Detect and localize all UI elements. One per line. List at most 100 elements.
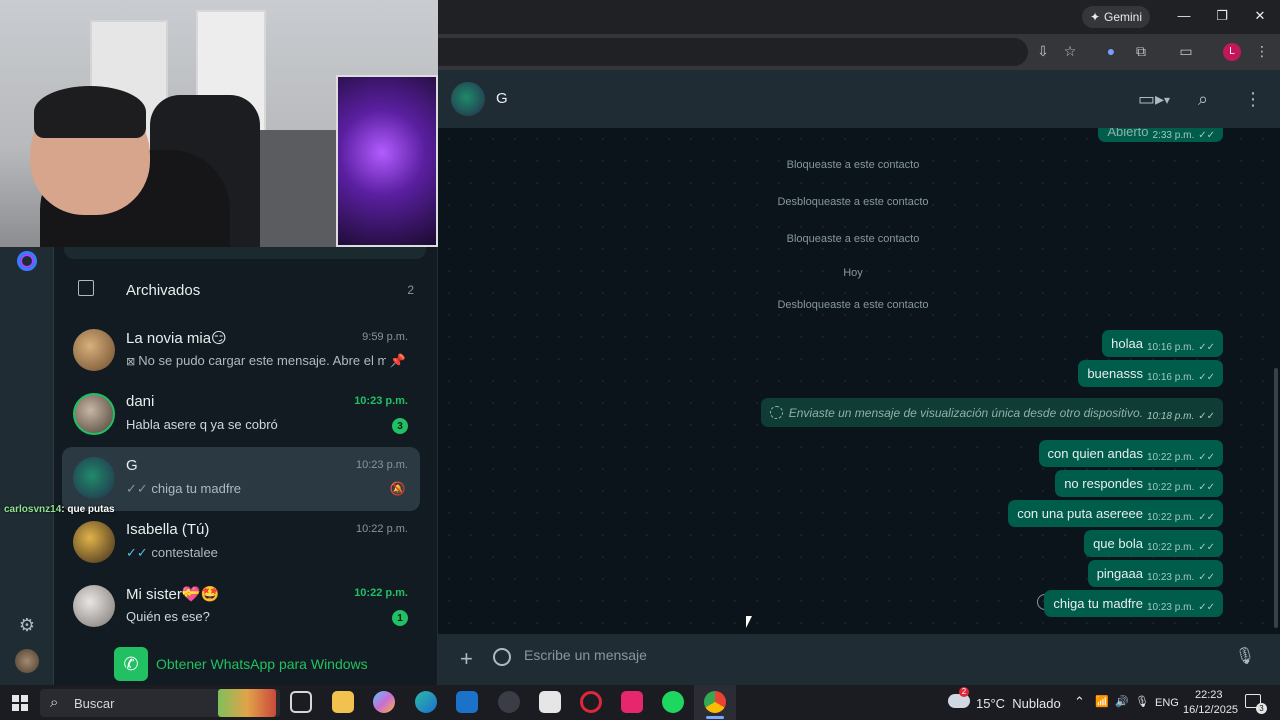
gemini-label: Gemini [1104,10,1143,24]
chevron-up-icon[interactable]: ⌃ [1074,694,1085,710]
chevron-down-icon[interactable]: ▾ [1164,93,1170,107]
close-button[interactable]: ✕ [1250,8,1270,26]
extensions-puzzle-icon[interactable]: ⧉ [1132,43,1150,61]
chat-name: dani [126,393,155,410]
language-indicator[interactable]: ENG [1155,697,1179,709]
message-bubble[interactable]: holaa 10:16 p.m. ✓✓ [1102,330,1223,357]
bookmark-star-icon[interactable]: ☆ [1061,43,1079,61]
contact-name[interactable]: G [496,90,508,107]
chat-time: 9:59 p.m. [362,331,408,343]
extension-icon[interactable]: ● [1102,43,1120,61]
settings-icon[interactable]: ⚙ [15,613,39,637]
webcam-person-cap [34,86,146,138]
spotify-icon[interactable] [662,691,684,713]
message-text: con quien andas [1047,446,1143,461]
weather-text[interactable]: 15°C Nublado [976,696,1061,711]
clock-time[interactable]: 22:23 [1195,689,1223,701]
outlook-icon[interactable] [456,691,478,713]
opera-icon[interactable] [580,691,602,713]
contact-avatar[interactable] [451,82,485,116]
task-view-icon[interactable] [290,691,312,713]
message-input[interactable]: Escribe un mensaje [524,647,647,663]
emoji-sticker-icon[interactable] [493,648,511,666]
double-check-icon: ✓✓ [1198,602,1215,613]
meta-ai-icon[interactable] [17,251,37,271]
store-icon[interactable] [539,691,561,713]
message-text: Abierto [1107,128,1149,139]
menu-icon[interactable]: ⋮ [1244,89,1262,110]
message-time: 10:16 p.m. [1146,372,1195,383]
attach-plus-icon[interactable]: + [460,646,473,672]
network-icon[interactable]: 📶 [1095,695,1109,708]
minimize-button[interactable]: — [1174,8,1194,26]
double-check-icon: ✓✓ [1198,372,1215,383]
unread-badge: 1 [392,610,408,626]
muted-bell-icon: 🔕 [389,481,406,496]
message-bubble[interactable]: chiga tu madfre 10:23 p.m. ✓✓ [1044,590,1223,617]
menu-icon[interactable]: ⋮ [1253,43,1271,61]
webcam-pc [336,75,438,247]
pin-icon[interactable]: 📌 [390,353,406,369]
address-bar[interactable] [438,38,1028,66]
profile-avatar[interactable] [15,649,39,673]
windows-taskbar: ⌕ Buscar 2 15°C Nublado ⌃ 📶 🔊 🎙 ENG 22:2… [0,685,1280,720]
message-bubble[interactable]: no respondes 10:22 p.m. ✓✓ [1055,470,1223,497]
message-bubble-partial[interactable]: Abierto 2:33 p.m. ✓✓ [1098,128,1223,142]
video-call-icon[interactable]: ▭▸ [1138,89,1164,110]
view-once-message-bubble[interactable]: Enviaste un mensaje de visualización úni… [760,398,1223,427]
chat-name: Mi sister💝🤩 [126,586,220,603]
gemini-button[interactable]: ✦ Gemini [1082,6,1150,28]
install-app-icon[interactable]: ⇩ [1034,43,1052,61]
message-text: holaa [1111,336,1143,351]
scrollbar[interactable] [1274,368,1278,628]
clock-app-icon[interactable] [498,691,520,713]
message-bubble[interactable]: pingaaa 10:23 p.m. ✓✓ [1087,560,1223,587]
mouse-cursor [746,616,752,628]
maximize-button[interactable]: ❐ [1212,8,1232,26]
message-bubble[interactable]: buenasss 10:16 p.m. ✓✓ [1078,360,1223,387]
weather-badge: 2 [959,687,969,697]
get-whatsapp-label: Obtener WhatsApp para Windows [156,656,368,672]
copilot-icon[interactable] [373,691,395,713]
system-message: Desbloqueaste a este contacto [777,299,929,311]
cast-icon[interactable]: ▭ [1177,43,1195,61]
chrome-taskbar-active[interactable] [694,685,736,720]
double-check-icon: ✓✓ [1198,512,1215,523]
message-time: 10:22 p.m. [1146,512,1195,523]
message-text: que bola [1093,536,1143,551]
chat-item[interactable]: La novia mia😏 9:59 p.m. ⊠ No se pudo car… [62,319,420,383]
message-time: 10:16 p.m. [1146,342,1195,353]
chat-name: Isabella (Tú) [126,521,210,538]
profile-avatar[interactable]: L [1223,43,1241,61]
chat-list-panel: Archivados 2 La novia mia😏 9:59 p.m. ⊠ N… [54,247,438,685]
chat-item[interactable]: Isabella (Tú) 10:22 p.m. ✓✓ contestalee [62,511,420,575]
message-bubble[interactable]: con una puta asereee 10:22 p.m. ✓✓ [1008,500,1223,527]
chat-item-active[interactable]: G 10:23 p.m. ✓✓ chiga tu madfre 🔕 [62,447,420,511]
browser-title-bar: ✦ Gemini — ❐ ✕ [438,0,1280,34]
search-icon[interactable]: ⌕ [1198,89,1208,110]
archived-row[interactable]: Archivados 2 [74,275,414,305]
chrome-icon [704,691,726,713]
taskbar-search[interactable]: ⌕ Buscar [40,689,280,717]
chat-item[interactable]: Mi sister💝🤩 10:22 p.m. Quién es ese? 1 [62,575,420,639]
stream-chat-user: carlosvnz14 [4,504,62,515]
message-bubble[interactable]: con quien andas 10:22 p.m. ✓✓ [1038,440,1223,467]
message-time: 2:33 p.m. [1152,129,1195,141]
start-windows-icon[interactable] [12,695,28,711]
microphone-tray-icon[interactable]: 🎙 [1135,695,1149,708]
clock-date[interactable]: 16/12/2025 [1183,704,1238,716]
chat-item[interactable]: dani 10:23 p.m. Habla asere q ya se cobr… [62,383,420,447]
microphone-icon[interactable]: 🎙 [1235,646,1255,666]
system-message: Bloqueaste a este contacto [786,233,920,245]
edge-icon[interactable] [415,691,437,713]
chat-preview: ✓✓ chiga tu madfre [126,481,386,497]
file-explorer-icon[interactable] [332,691,354,713]
message-bubble[interactable]: que bola 10:22 p.m. ✓✓ [1084,530,1223,557]
whatsapp-left-rail: ⚙ [0,247,54,685]
double-check-icon: ✓✓ [1198,342,1215,353]
archived-label: Archivados [126,282,201,299]
get-whatsapp-windows-link[interactable]: ✆ Obtener WhatsApp para Windows [114,647,414,681]
volume-icon[interactable]: 🔊 [1115,695,1129,708]
tiktok-icon[interactable] [621,691,643,713]
message-text: chiga tu madfre [1053,596,1143,611]
